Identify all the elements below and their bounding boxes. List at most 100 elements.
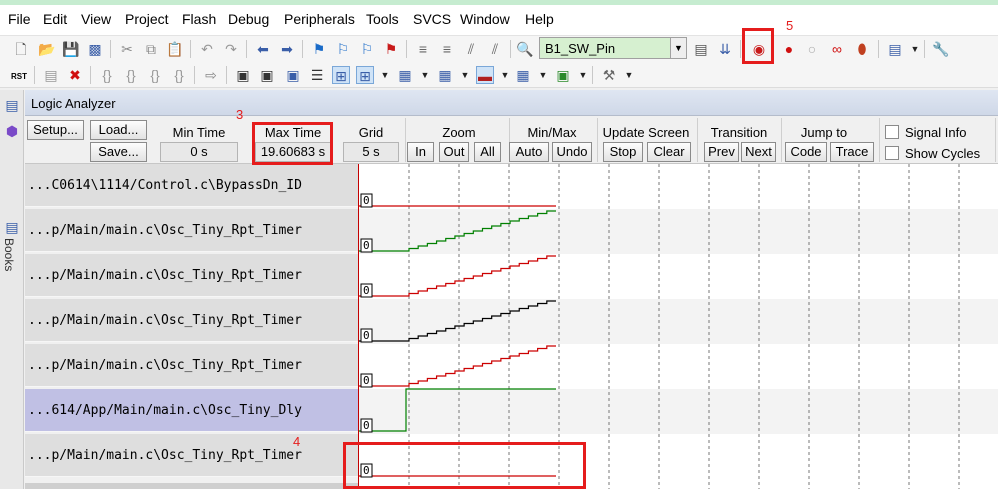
menu-svcs[interactable]: SVCS <box>413 11 451 27</box>
cut-icon[interactable]: ✂ <box>118 40 136 58</box>
menu-window[interactable]: Window <box>460 11 510 27</box>
undo-icon[interactable]: ↶ <box>198 40 216 58</box>
reset-icon[interactable]: RST <box>10 66 28 84</box>
chevron-down-icon[interactable]: ▼ <box>456 66 474 84</box>
project-tab-icon[interactable]: ▤ <box>3 96 21 114</box>
menu-peripherals[interactable]: Peripherals <box>284 11 355 27</box>
navigate-back-icon[interactable]: ⬅ <box>254 40 272 58</box>
indent-icon[interactable]: ≡ <box>414 40 432 58</box>
save-all-icon[interactable]: ▩ <box>86 40 104 58</box>
prev-bookmark-icon[interactable]: ⚐ <box>334 40 352 58</box>
signal-row[interactable]: ...p/Main/main.c\Osc_Tiny_Rpt_Timer <box>25 209 358 252</box>
clear-bookmarks-icon[interactable]: ⚑ <box>382 40 400 58</box>
trace-window-icon[interactable]: ▦ <box>514 66 532 84</box>
chevron-down-icon[interactable]: ▼ <box>620 66 638 84</box>
chevron-down-icon[interactable]: ▼ <box>906 40 924 58</box>
new-file-icon[interactable]: 🗋 <box>12 40 30 58</box>
kill-all-breakpoints-icon[interactable]: ⬮ <box>853 40 871 58</box>
functions-tab-icon[interactable]: ▤ <box>3 218 21 236</box>
find-in-files-icon[interactable]: 🔍 <box>516 40 534 58</box>
window-layout-icon[interactable]: ▤ <box>886 40 904 58</box>
save-button[interactable]: Save... <box>90 142 147 162</box>
menu-project[interactable]: Project <box>125 11 169 27</box>
minmax-undo-button[interactable]: Undo <box>552 142 592 162</box>
serial-window-icon[interactable]: ▦ <box>436 66 454 84</box>
paste-icon[interactable]: 📋 <box>166 40 184 58</box>
books-tab-icon[interactable]: ⬢ <box>3 122 21 140</box>
step-over-icon[interactable]: {} <box>122 66 140 84</box>
books-tab-label[interactable]: Books <box>2 238 16 271</box>
menu-edit[interactable]: Edit <box>43 11 67 27</box>
signal-row[interactable]: ...p/Main/main.c\Osc_Tiny_Rpt_Timer <box>25 299 358 342</box>
signal-name: ...p/Main/main.c\Osc_Tiny_Rpt_Timer <box>28 358 302 373</box>
signal-row-selected[interactable]: ...614/App/Main/main.c\Osc_Tiny_Dly <box>25 389 358 432</box>
download-icon[interactable]: ⇊ <box>716 40 734 58</box>
disassembly-window-icon[interactable]: ▣ <box>258 66 276 84</box>
menu-tools[interactable]: Tools <box>366 11 399 27</box>
uncomment-icon[interactable]: ⫽ <box>486 40 504 58</box>
registers-window-icon[interactable]: ☰ <box>308 66 326 84</box>
call-stack-icon[interactable]: ⊞ <box>332 66 350 84</box>
zoom-out-button[interactable]: Out <box>439 142 469 162</box>
zoom-in-button[interactable]: In <box>407 142 434 162</box>
open-folder-icon[interactable]: 📂 <box>38 40 56 58</box>
save-icon[interactable]: 💾 <box>62 40 80 58</box>
target-options-icon[interactable]: ▤ <box>692 40 710 58</box>
chevron-down-icon[interactable]: ▼ <box>670 38 686 58</box>
zoom-all-button[interactable]: All <box>474 142 501 162</box>
menu-flash[interactable]: Flash <box>182 11 216 27</box>
chevron-down-icon[interactable]: ▼ <box>416 66 434 84</box>
target-select[interactable]: B1_SW_Pin ▼ <box>539 37 687 59</box>
copy-icon[interactable]: ⧉ <box>142 40 160 58</box>
transition-prev-button[interactable]: Prev <box>704 142 739 162</box>
menu-view[interactable]: View <box>81 11 111 27</box>
configure-icon[interactable]: 🔧 <box>932 40 950 58</box>
disable-breakpoint-icon[interactable]: ○ <box>803 40 821 58</box>
waveform-row-band <box>359 164 998 209</box>
analysis-window-icon[interactable]: ▬ <box>476 66 494 84</box>
jump-trace-button[interactable]: Trace <box>830 142 874 162</box>
step-out-icon[interactable]: {} <box>146 66 164 84</box>
transition-next-button[interactable]: Next <box>741 142 776 162</box>
menu-debug[interactable]: Debug <box>228 11 269 27</box>
jump-code-button[interactable]: Code <box>785 142 827 162</box>
update-stop-button[interactable]: Stop <box>603 142 643 162</box>
horizontal-scrollbar[interactable] <box>25 483 358 489</box>
signal-info-checkbox[interactable] <box>885 125 899 139</box>
step-into-icon[interactable]: {} <box>98 66 116 84</box>
bookmark-icon[interactable]: ⚑ <box>310 40 328 58</box>
signal-row[interactable]: ...p/Main/main.c\Osc_Tiny_Rpt_Timer <box>25 254 358 297</box>
signal-row[interactable]: ...C0614\1114/Control.c\BypassDn_ID <box>25 164 358 207</box>
run-icon[interactable]: ▤ <box>42 66 60 84</box>
system-viewer-icon[interactable]: ▣ <box>554 66 572 84</box>
chevron-down-icon[interactable]: ▼ <box>574 66 592 84</box>
chevron-down-icon[interactable]: ▼ <box>376 66 394 84</box>
breakpoint-icon[interactable]: ● <box>780 40 798 58</box>
symbols-window-icon[interactable]: ▣ <box>284 66 302 84</box>
signal-row[interactable]: ...p/Main/main.c\Osc_Tiny_Rpt_Timer <box>25 344 358 387</box>
chevron-down-icon[interactable]: ▼ <box>534 66 552 84</box>
command-window-icon[interactable]: ▣ <box>234 66 252 84</box>
run-to-cursor-icon[interactable]: {} <box>170 66 188 84</box>
menu-help[interactable]: Help <box>525 11 554 27</box>
show-cycles-checkbox[interactable] <box>885 146 899 160</box>
comment-icon[interactable]: ⫽ <box>462 40 480 58</box>
chevron-down-icon[interactable]: ▼ <box>496 66 514 84</box>
navigate-forward-icon[interactable]: ➡ <box>278 40 296 58</box>
menu-file[interactable]: File <box>8 11 31 27</box>
watch-window-icon[interactable]: ⊞ <box>356 66 374 84</box>
setup-button[interactable]: Setup... <box>27 120 84 140</box>
waveform-area[interactable]: 0000000 <box>358 164 998 489</box>
redo-icon[interactable]: ↷ <box>222 40 240 58</box>
load-button[interactable]: Load... <box>90 120 147 140</box>
next-bookmark-icon[interactable]: ⚐ <box>358 40 376 58</box>
disable-all-breakpoints-icon[interactable]: ∞ <box>828 40 846 58</box>
signal-row[interactable]: ...p/Main/main.c\Osc_Tiny_Rpt_Timer <box>25 434 358 477</box>
minmax-auto-button[interactable]: Auto <box>509 142 549 162</box>
unindent-icon[interactable]: ≡ <box>438 40 456 58</box>
update-clear-button[interactable]: Clear <box>647 142 691 162</box>
stop-icon[interactable]: ✖ <box>66 66 84 84</box>
toolbox-icon[interactable]: ⚒ <box>600 66 618 84</box>
memory-window-icon[interactable]: ▦ <box>396 66 414 84</box>
show-next-statement-icon[interactable]: ⇨ <box>202 66 220 84</box>
